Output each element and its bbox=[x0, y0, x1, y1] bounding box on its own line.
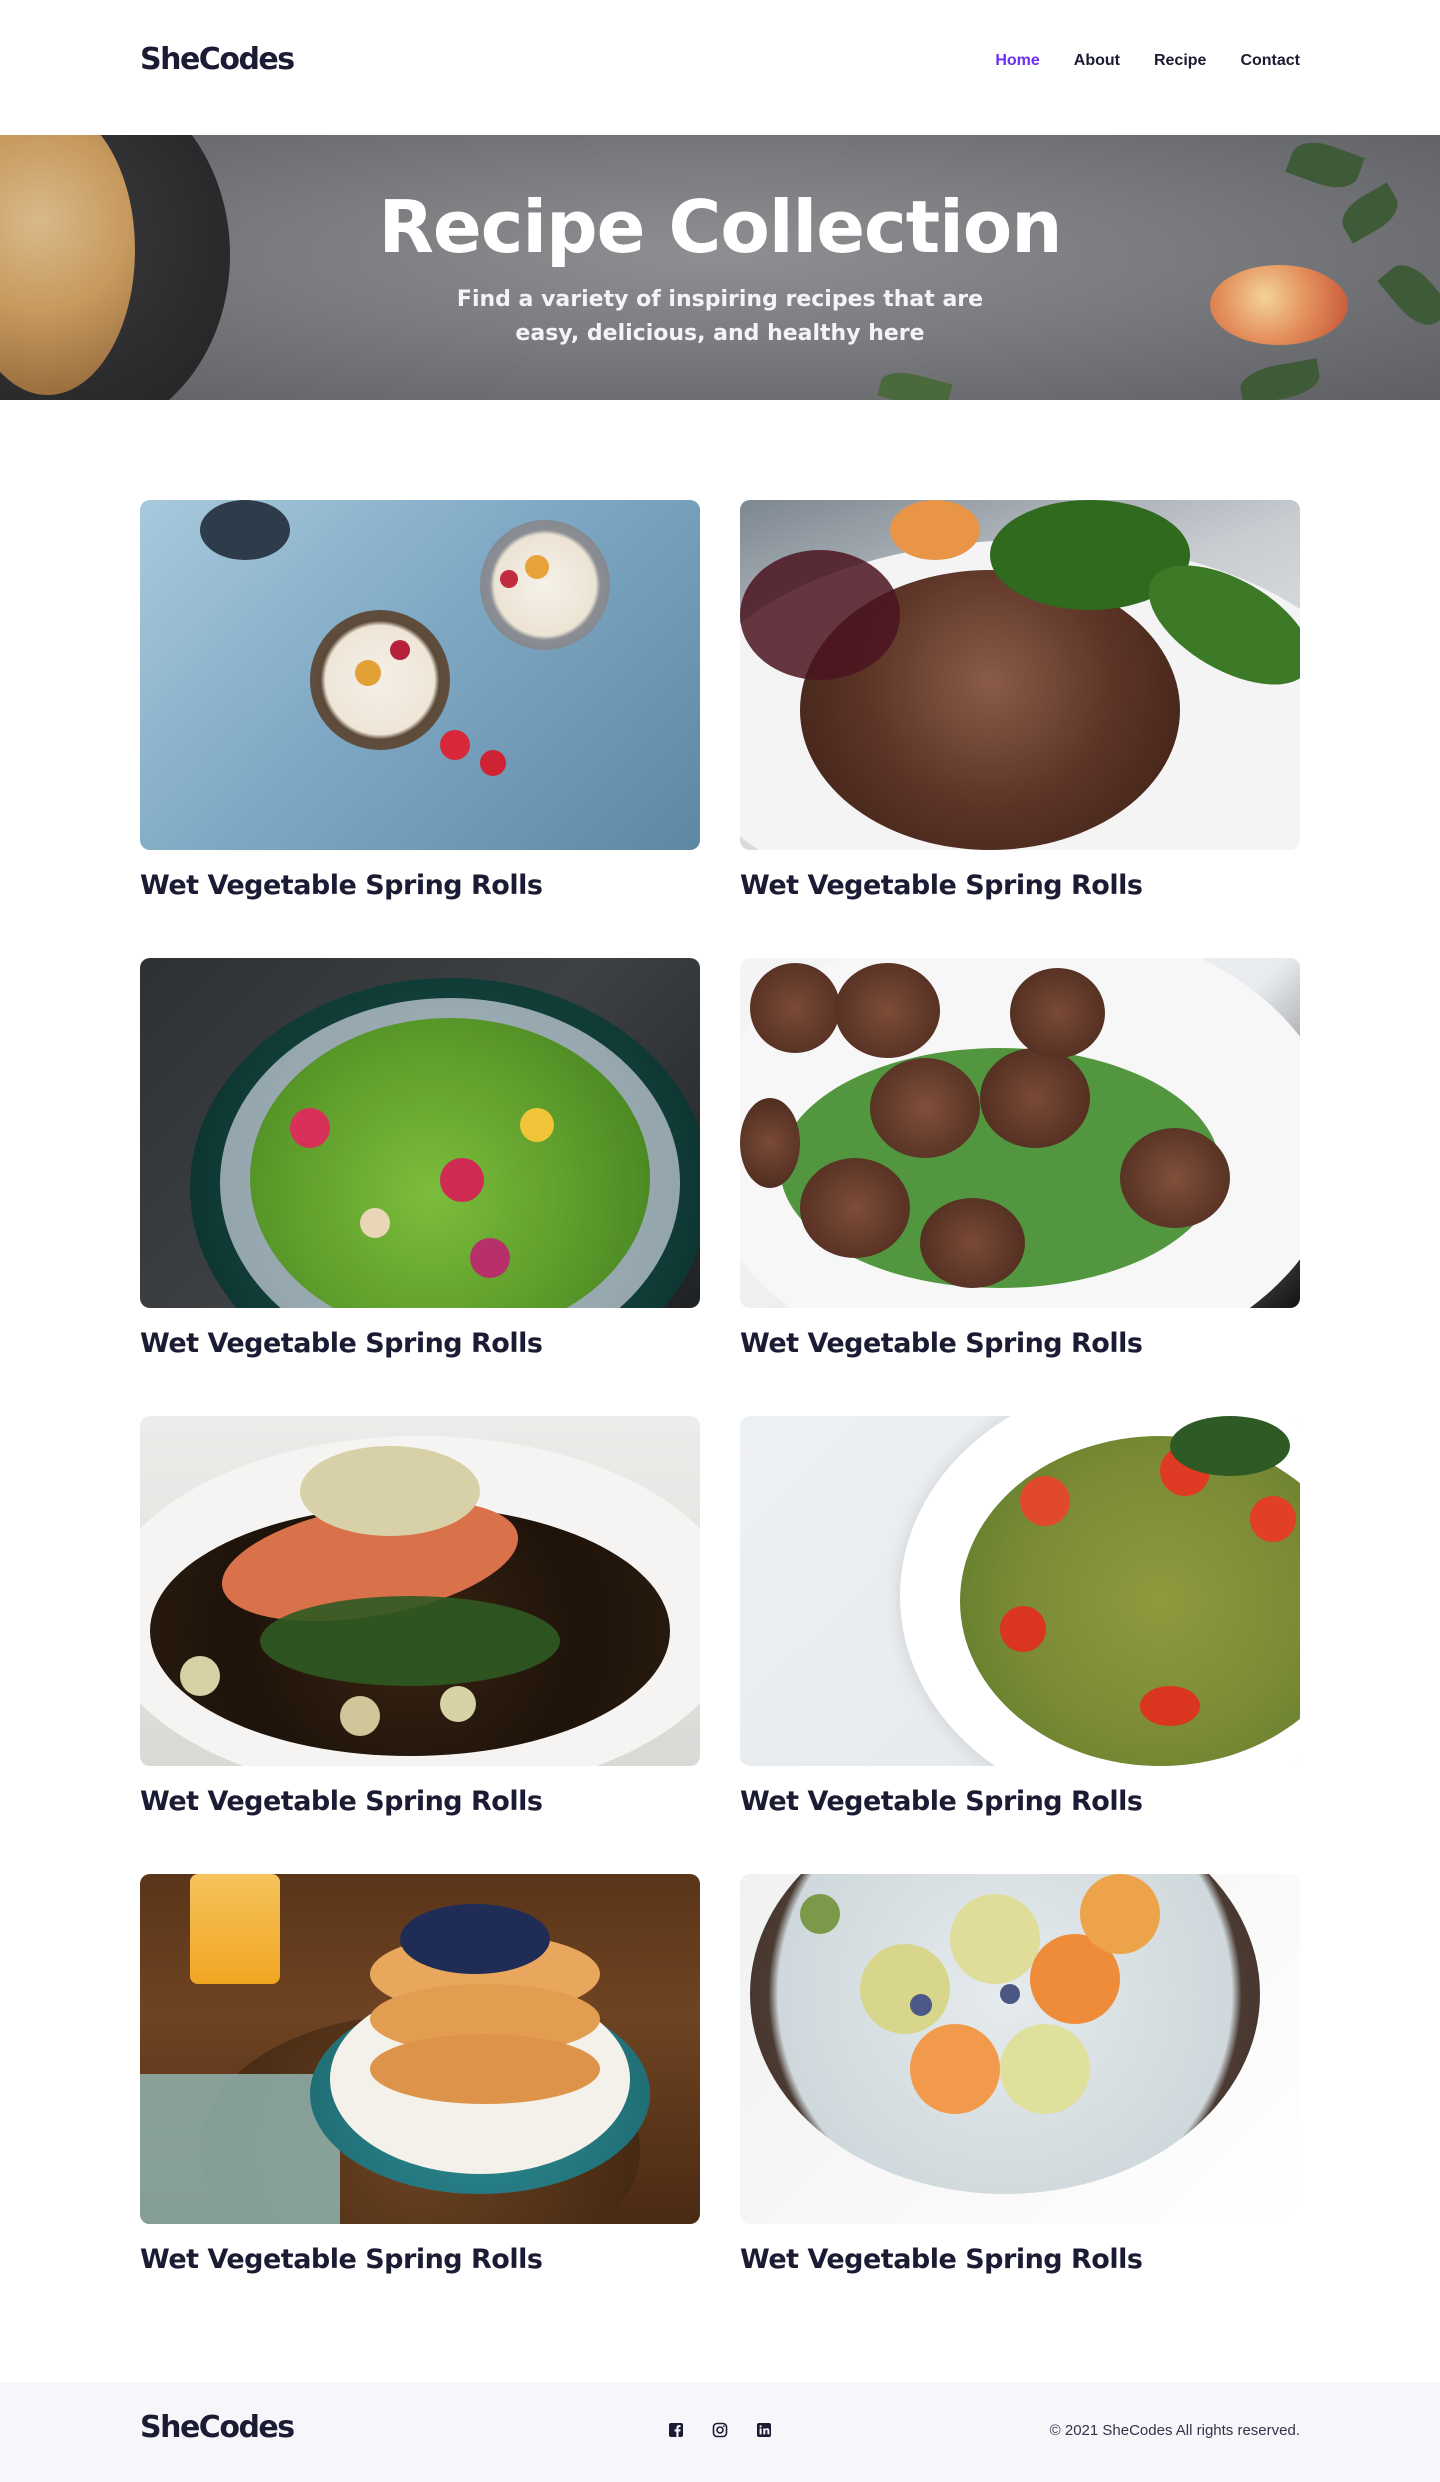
recipe-image[interactable] bbox=[140, 500, 700, 850]
nav-about[interactable]: About bbox=[1074, 52, 1120, 70]
recipe-title[interactable]: Wet Vegetable Spring Rolls bbox=[140, 2244, 700, 2275]
site-header: SheCodes Home About Recipe Contact bbox=[0, 0, 1440, 135]
facebook-icon[interactable] bbox=[668, 2422, 684, 2438]
recipe-image[interactable] bbox=[740, 1874, 1300, 2224]
recipe-image[interactable] bbox=[140, 1874, 700, 2224]
recipe-card[interactable]: Wet Vegetable Spring Rolls bbox=[140, 958, 700, 1359]
social-links bbox=[668, 2422, 772, 2438]
recipe-image[interactable] bbox=[740, 958, 1300, 1308]
recipe-title[interactable]: Wet Vegetable Spring Rolls bbox=[740, 1328, 1300, 1359]
site-footer: SheCodes © 2021 SheCodes All rights rese… bbox=[0, 2382, 1440, 2482]
hero-apple bbox=[1210, 265, 1348, 345]
recipe-image[interactable] bbox=[140, 958, 700, 1308]
instagram-icon[interactable] bbox=[712, 2422, 728, 2438]
nav-contact[interactable]: Contact bbox=[1240, 52, 1300, 70]
recipe-card[interactable]: Wet Vegetable Spring Rolls bbox=[740, 1874, 1300, 2275]
recipe-image[interactable] bbox=[140, 1416, 700, 1766]
recipe-title[interactable]: Wet Vegetable Spring Rolls bbox=[140, 1328, 700, 1359]
recipe-title[interactable]: Wet Vegetable Spring Rolls bbox=[140, 870, 700, 901]
recipe-image[interactable] bbox=[740, 1416, 1300, 1766]
recipe-card[interactable]: Wet Vegetable Spring Rolls bbox=[140, 1874, 700, 2275]
hero-leaf bbox=[1237, 358, 1323, 400]
footer-logo[interactable]: SheCodes bbox=[140, 2410, 295, 2445]
hero-leaf bbox=[877, 366, 953, 400]
main-nav: Home About Recipe Contact bbox=[995, 52, 1300, 70]
copyright-text: © 2021 SheCodes All rights reserved. bbox=[1049, 2422, 1300, 2439]
recipe-title[interactable]: Wet Vegetable Spring Rolls bbox=[140, 1786, 700, 1817]
recipe-image[interactable] bbox=[740, 500, 1300, 850]
recipe-title[interactable]: Wet Vegetable Spring Rolls bbox=[740, 870, 1300, 901]
recipe-card[interactable]: Wet Vegetable Spring Rolls bbox=[740, 958, 1300, 1359]
linkedin-icon[interactable] bbox=[756, 2422, 772, 2438]
recipe-title[interactable]: Wet Vegetable Spring Rolls bbox=[740, 1786, 1300, 1817]
recipe-card[interactable]: Wet Vegetable Spring Rolls bbox=[740, 1416, 1300, 1817]
brand-logo[interactable]: SheCodes bbox=[140, 42, 295, 77]
hero-title: Recipe Collection bbox=[378, 185, 1062, 269]
recipe-title[interactable]: Wet Vegetable Spring Rolls bbox=[740, 2244, 1300, 2275]
hero-banner: Recipe Collection Find a variety of insp… bbox=[0, 135, 1440, 400]
nav-home[interactable]: Home bbox=[995, 52, 1039, 70]
recipe-card[interactable]: Wet Vegetable Spring Rolls bbox=[740, 500, 1300, 901]
nav-recipe[interactable]: Recipe bbox=[1154, 52, 1206, 70]
recipe-card[interactable]: Wet Vegetable Spring Rolls bbox=[140, 1416, 700, 1817]
hero-subtitle: Find a variety of inspiring recipes that… bbox=[456, 287, 984, 346]
recipe-card[interactable]: Wet Vegetable Spring Rolls bbox=[140, 500, 700, 901]
